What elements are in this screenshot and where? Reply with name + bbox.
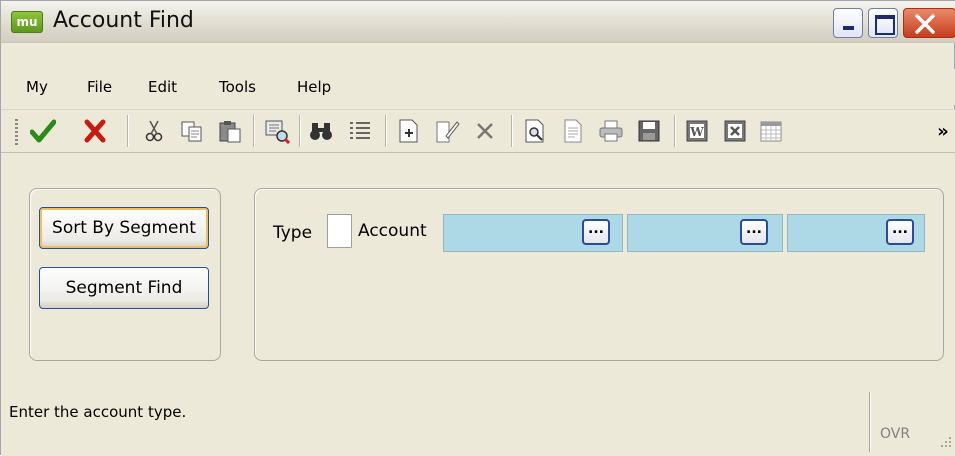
app-icon: mu xyxy=(11,11,43,33)
overwrite-mode-indicator: OVR xyxy=(880,426,911,442)
binoculars-icon[interactable] xyxy=(308,115,336,147)
close-button[interactable] xyxy=(903,8,955,38)
account-segment-3-field[interactable]: ... xyxy=(787,214,925,252)
copy-icon[interactable] xyxy=(178,115,206,147)
title-bar[interactable]: mu Account Find xyxy=(1,1,955,43)
svg-text:W: W xyxy=(689,125,704,139)
checkmark-icon[interactable] xyxy=(29,115,57,147)
new-document-icon[interactable] xyxy=(395,115,423,147)
toolbar-separator xyxy=(127,115,128,147)
account-find-window: mu Account Find My File Edit Tools Help xyxy=(0,0,955,456)
resize-grip-icon[interactable] xyxy=(935,431,953,449)
paste-icon[interactable] xyxy=(216,115,244,147)
close-icon xyxy=(915,14,935,34)
toolbar-grip[interactable] xyxy=(15,119,18,145)
ovr-panel xyxy=(869,392,925,452)
save-icon[interactable] xyxy=(635,115,663,147)
minimize-button[interactable] xyxy=(833,8,863,38)
status-message: Enter the account type. xyxy=(9,403,187,421)
list-icon[interactable] xyxy=(346,115,374,147)
account-segment-2-field[interactable]: ... xyxy=(627,214,783,252)
sort-by-segment-button[interactable]: Sort By Segment xyxy=(39,207,209,249)
toolbar-separator xyxy=(299,115,300,147)
document-icon[interactable] xyxy=(559,115,587,147)
print-preview-icon[interactable] xyxy=(521,115,549,147)
print-icon[interactable] xyxy=(597,115,625,147)
delete-icon[interactable] xyxy=(471,115,499,147)
toolbar-separator xyxy=(253,115,254,147)
menu-my[interactable]: My xyxy=(26,78,48,96)
account-label: Account xyxy=(358,221,427,241)
edit-document-icon[interactable] xyxy=(433,115,461,147)
type-label: Type xyxy=(273,223,313,243)
account-segment-2-lookup-button[interactable]: ... xyxy=(740,219,768,245)
toolbar-separator xyxy=(674,115,675,147)
cut-icon[interactable] xyxy=(140,115,168,147)
account-segment-3-lookup-button[interactable]: ... xyxy=(886,219,914,245)
toolbar-overflow-button[interactable]: » xyxy=(929,115,955,147)
excel-icon[interactable] xyxy=(721,115,749,147)
account-segment-1-lookup-button[interactable]: ... xyxy=(582,219,610,245)
cancel-x-icon[interactable] xyxy=(81,115,109,147)
calendar-icon[interactable] xyxy=(757,115,785,147)
menu-edit[interactable]: Edit xyxy=(148,78,177,96)
account-segment-1-field[interactable]: ... xyxy=(443,214,623,252)
maximize-button[interactable] xyxy=(868,8,898,38)
menu-help[interactable]: Help xyxy=(297,78,331,96)
word-icon[interactable]: W xyxy=(683,115,711,147)
find-record-icon[interactable] xyxy=(263,115,291,147)
menu-bar xyxy=(1,69,955,105)
toolbar-separator xyxy=(385,115,386,147)
toolbar-separator xyxy=(511,115,512,147)
menu-file[interactable]: File xyxy=(87,78,112,96)
window-title: Account Find xyxy=(53,8,194,33)
menu-tools[interactable]: Tools xyxy=(219,78,256,96)
type-input[interactable] xyxy=(327,214,352,248)
segment-find-button[interactable]: Segment Find xyxy=(39,267,209,309)
